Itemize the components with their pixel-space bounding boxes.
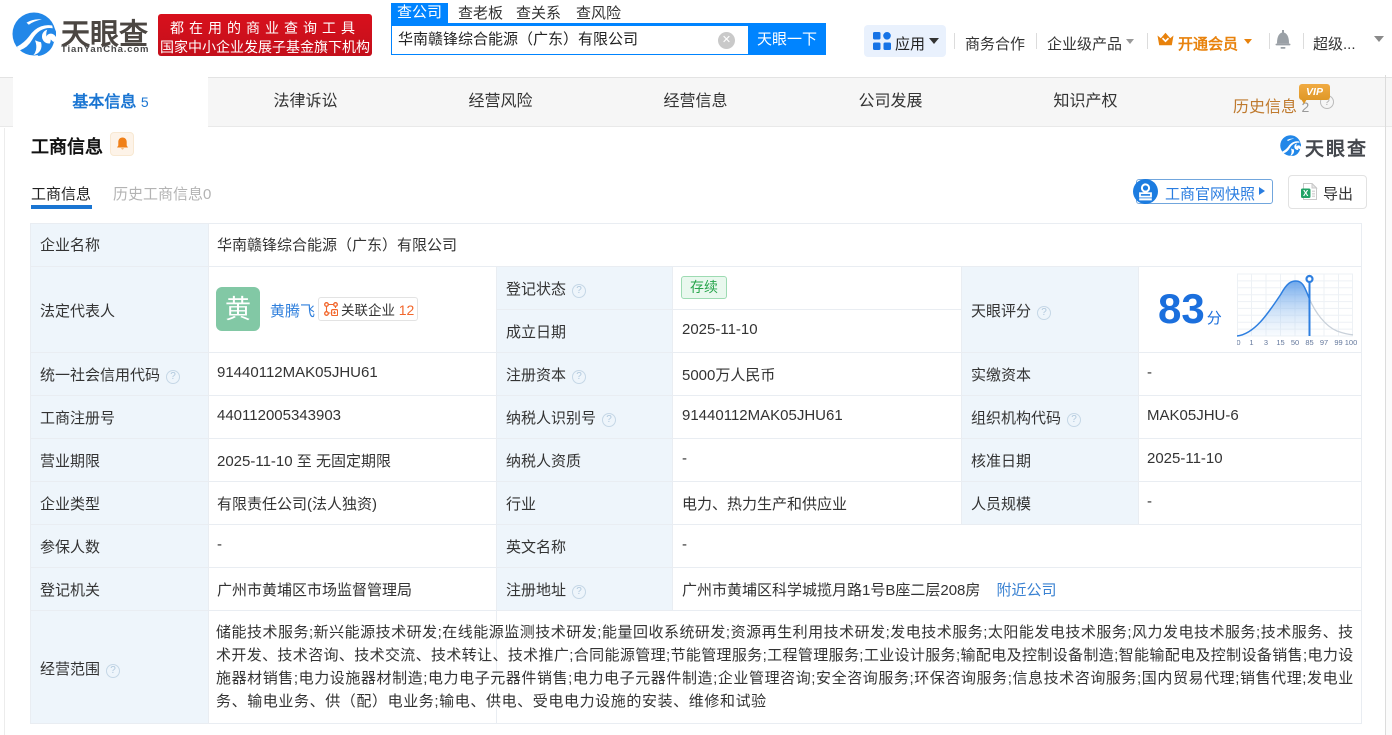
svg-text:50: 50 — [1291, 338, 1299, 347]
svg-text:X: X — [1303, 189, 1309, 198]
svg-text:99: 99 — [1334, 338, 1342, 347]
svg-text:15: 15 — [1276, 338, 1284, 347]
svg-text:1: 1 — [1249, 338, 1253, 347]
svg-text:85: 85 — [1305, 338, 1313, 347]
svg-text:3: 3 — [1264, 338, 1268, 347]
svg-text:0: 0 — [1237, 338, 1241, 347]
svg-text:97: 97 — [1320, 338, 1328, 347]
svg-text:100: 100 — [1345, 338, 1357, 347]
